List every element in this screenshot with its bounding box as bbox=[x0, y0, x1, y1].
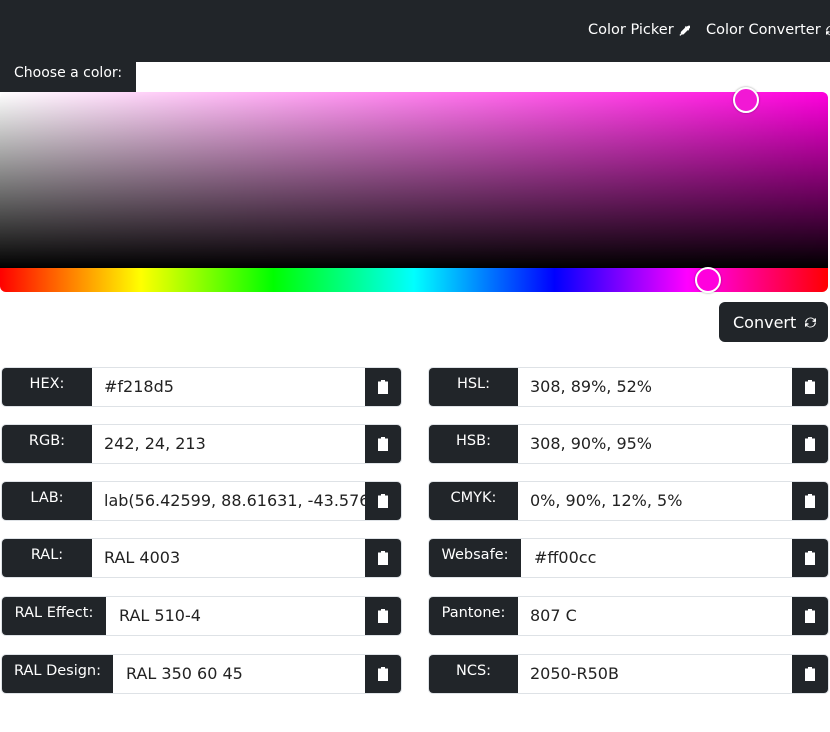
copy-lab-button[interactable] bbox=[365, 482, 401, 520]
copy-rgb-button[interactable] bbox=[365, 425, 401, 463]
convert-button-label: Convert bbox=[733, 312, 797, 332]
color-converter-label: Color Converter bbox=[706, 22, 821, 38]
ral-effect-label: RAL Effect: bbox=[2, 597, 106, 635]
copy-hsl-button[interactable] bbox=[792, 368, 828, 406]
color-picker-link[interactable]: Color Picker bbox=[588, 22, 690, 38]
websafe-label: Websafe: bbox=[429, 539, 521, 577]
ral-design-field-row: RAL Design: RAL 350 60 45 bbox=[1, 654, 402, 694]
rgb-field-row: RGB: 242, 24, 213 bbox=[1, 424, 402, 464]
hsb-value[interactable]: 308, 90%, 95% bbox=[518, 425, 792, 463]
clipboard-icon bbox=[805, 380, 815, 394]
clipboard-icon bbox=[805, 551, 815, 565]
ncs-label: NCS: bbox=[429, 655, 518, 693]
ral-design-value[interactable]: RAL 350 60 45 bbox=[114, 655, 365, 693]
websafe-value[interactable]: #ff00cc bbox=[522, 539, 792, 577]
hue-slider-handle[interactable] bbox=[695, 267, 721, 293]
clipboard-icon bbox=[805, 437, 815, 451]
lab-value[interactable]: lab(56.42599, 88.61631, -43.576 bbox=[92, 482, 365, 520]
ral-label: RAL: bbox=[2, 539, 92, 577]
clipboard-icon bbox=[378, 380, 388, 394]
rgb-value[interactable]: 242, 24, 213 bbox=[92, 425, 365, 463]
hsb-label: HSB: bbox=[429, 425, 518, 463]
pantone-field-row: Pantone: 807 C bbox=[428, 596, 829, 636]
copy-ncs-button[interactable] bbox=[792, 655, 828, 693]
eyedropper-icon bbox=[679, 25, 690, 36]
clipboard-icon bbox=[378, 667, 388, 681]
clipboard-icon bbox=[378, 551, 388, 565]
clipboard-icon bbox=[378, 437, 388, 451]
copy-websafe-button[interactable] bbox=[792, 539, 828, 577]
hex-value[interactable]: #f218d5 bbox=[92, 368, 365, 406]
color-converter-link[interactable]: Color Converter bbox=[706, 22, 830, 38]
websafe-field-row: Websafe: #ff00cc bbox=[428, 538, 829, 578]
ral-field-row: RAL: RAL 4003 bbox=[1, 538, 402, 578]
rgb-label: RGB: bbox=[2, 425, 92, 463]
cmyk-field-row: CMYK: 0%, 90%, 12%, 5% bbox=[428, 481, 829, 521]
hsl-field-row: HSL: 308, 89%, 52% bbox=[428, 367, 829, 407]
hex-label: HEX: bbox=[2, 368, 92, 406]
cmyk-label: CMYK: bbox=[429, 482, 518, 520]
saturation-brightness-area[interactable] bbox=[0, 92, 828, 268]
clipboard-icon bbox=[805, 667, 815, 681]
clipboard-icon bbox=[378, 494, 388, 508]
lab-label: LAB: bbox=[2, 482, 92, 520]
choose-color-label: Choose a color: bbox=[0, 62, 136, 92]
copy-hex-button[interactable] bbox=[365, 368, 401, 406]
hex-field-row: HEX: #f218d5 bbox=[1, 367, 402, 407]
color-picker-label: Color Picker bbox=[588, 22, 674, 38]
clipboard-icon bbox=[805, 609, 815, 623]
copy-ral-design-button[interactable] bbox=[365, 655, 401, 693]
pantone-value[interactable]: 807 C bbox=[518, 597, 792, 635]
top-nav-bar: Color Picker Color Converter bbox=[0, 0, 830, 62]
pantone-label: Pantone: bbox=[429, 597, 518, 635]
copy-cmyk-button[interactable] bbox=[792, 482, 828, 520]
refresh-icon bbox=[825, 25, 830, 35]
ral-effect-value[interactable]: RAL 510-4 bbox=[107, 597, 365, 635]
convert-button[interactable]: Convert bbox=[719, 302, 828, 342]
lab-field-row: LAB: lab(56.42599, 88.61631, -43.576 bbox=[1, 481, 402, 521]
ral-design-label: RAL Design: bbox=[2, 655, 113, 693]
clipboard-icon bbox=[378, 609, 388, 623]
clipboard-icon bbox=[805, 494, 815, 508]
ncs-value[interactable]: 2050-R50B bbox=[518, 655, 792, 693]
ral-effect-field-row: RAL Effect: RAL 510-4 bbox=[1, 596, 402, 636]
ncs-field-row: NCS: 2050-R50B bbox=[428, 654, 829, 694]
copy-hsb-button[interactable] bbox=[792, 425, 828, 463]
saturation-brightness-handle[interactable] bbox=[733, 87, 759, 113]
cmyk-value[interactable]: 0%, 90%, 12%, 5% bbox=[518, 482, 792, 520]
ral-value[interactable]: RAL 4003 bbox=[92, 539, 365, 577]
copy-ral-button[interactable] bbox=[365, 539, 401, 577]
hsl-value[interactable]: 308, 89%, 52% bbox=[518, 368, 792, 406]
hsl-label: HSL: bbox=[429, 368, 518, 406]
hsb-field-row: HSB: 308, 90%, 95% bbox=[428, 424, 829, 464]
copy-pantone-button[interactable] bbox=[792, 597, 828, 635]
refresh-icon bbox=[805, 317, 817, 327]
copy-ral-effect-button[interactable] bbox=[365, 597, 401, 635]
